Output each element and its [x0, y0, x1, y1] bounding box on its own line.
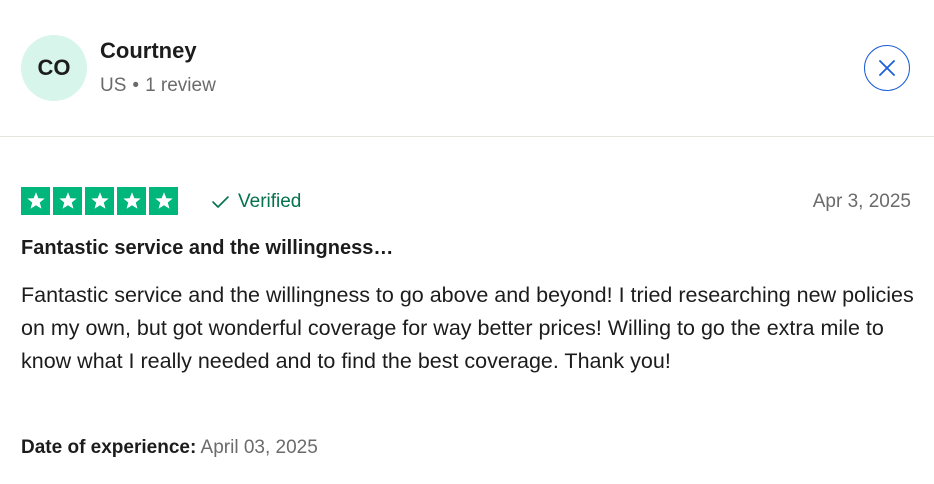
meta-separator: • — [132, 75, 140, 96]
close-icon — [879, 60, 895, 76]
star-rating — [21, 187, 178, 215]
star-icon — [117, 187, 146, 215]
avatar: CO — [21, 35, 87, 101]
reviewer-name[interactable]: Courtney — [100, 38, 197, 64]
verified-badge[interactable]: Verified — [210, 190, 301, 214]
reviewer-header: CO Courtney US • 1 review — [0, 0, 934, 137]
review-title: Fantastic service and the willingness… — [21, 237, 394, 259]
reviewer-review-count: 1 review — [145, 75, 216, 96]
reviewer-meta: US • 1 review — [100, 75, 216, 97]
review-date: Apr 3, 2025 — [812, 191, 911, 212]
close-button[interactable] — [864, 45, 910, 91]
star-icon — [53, 187, 82, 215]
reviewer-country: US — [100, 75, 127, 96]
checkmark-icon — [212, 196, 229, 208]
date-of-experience-label: Date of experience: — [21, 437, 197, 458]
star-icon — [149, 187, 178, 215]
date-of-experience-value: April 03, 2025 — [200, 437, 318, 458]
review-body: Fantastic service and the willingness to… — [21, 283, 914, 373]
verified-label: Verified — [238, 191, 302, 212]
star-icon — [85, 187, 114, 215]
review-modal: CO Courtney US • 1 review Verified Apr 3, … — [0, 0, 934, 484]
date-of-experience: Date of experience: April 03, 2025 — [21, 437, 318, 459]
star-icon — [21, 187, 50, 215]
avatar-initials: CO — [37, 55, 71, 80]
